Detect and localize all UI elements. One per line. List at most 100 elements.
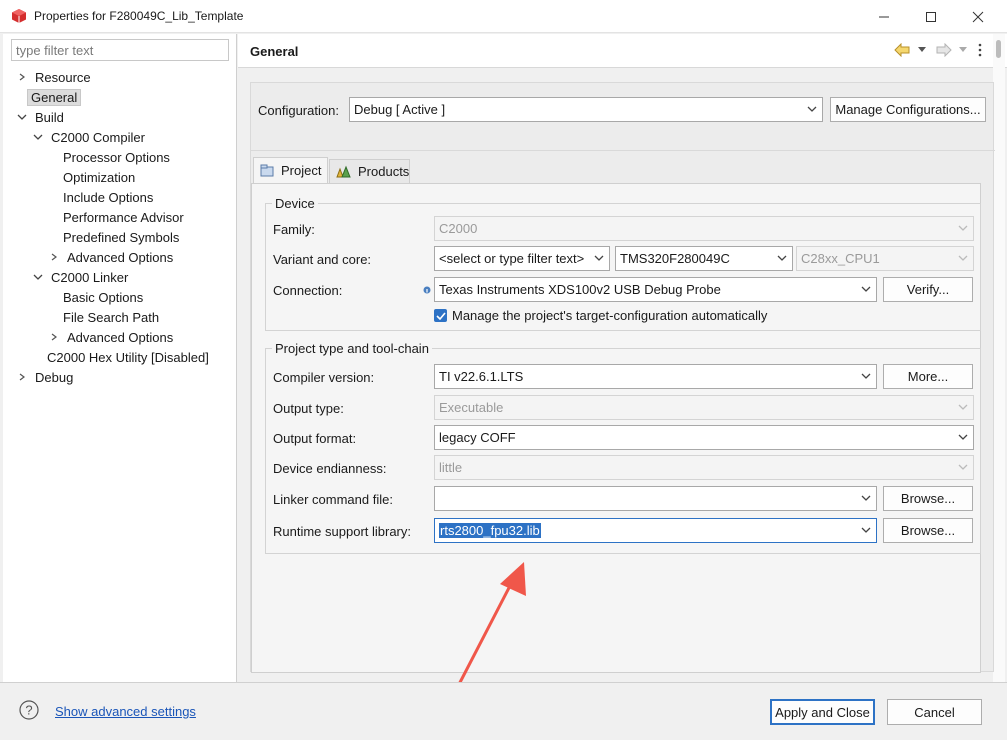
- tree-item-processor-options[interactable]: Processor Options: [59, 147, 174, 167]
- maximize-icon: [926, 11, 936, 22]
- tree-item-debug[interactable]: Debug: [15, 367, 77, 387]
- show-advanced-settings-link[interactable]: Show advanced settings: [55, 704, 196, 719]
- general-content: Configuration: Debug [ Active ] Manage C…: [250, 82, 995, 695]
- dialog-footer: ? Show advanced settings Apply and Close…: [0, 682, 1007, 740]
- configuration-select[interactable]: Debug [ Active ]: [349, 97, 823, 122]
- forward-arrow-icon: [936, 43, 952, 57]
- family-value: C2000: [439, 221, 478, 236]
- tree-item-optimization[interactable]: Optimization: [59, 167, 139, 187]
- configuration-value: Debug [ Active ]: [354, 102, 446, 117]
- question-icon[interactable]: ?: [19, 700, 39, 720]
- device-group: Device Family: C2000 Variant and core: <…: [265, 196, 981, 331]
- tab-products[interactable]: Products: [329, 159, 410, 183]
- minimize-icon: [879, 16, 889, 17]
- tree-item-linker-advanced-options[interactable]: Advanced Options: [47, 327, 177, 347]
- chevron-down-icon: [861, 373, 871, 379]
- tab-label: Project: [281, 163, 322, 178]
- output-type-select[interactable]: Executable: [434, 395, 974, 420]
- tree-item-label: Processor Options: [63, 149, 170, 165]
- endianness-select[interactable]: little: [434, 455, 974, 480]
- page-title: General: [250, 44, 299, 59]
- family-select[interactable]: C2000: [434, 216, 974, 241]
- close-icon: [972, 11, 984, 22]
- connection-value: Texas Instruments XDS100v2 USB Debug Pro…: [439, 282, 721, 297]
- close-button[interactable]: [955, 0, 1001, 33]
- tree-item-c2000-compiler[interactable]: C2000 Compiler: [31, 127, 149, 147]
- tree-item-resource[interactable]: Resource: [15, 67, 95, 87]
- tab-label: Products: [358, 164, 410, 179]
- forward-menu-button[interactable]: [959, 42, 967, 58]
- chevron-down-icon[interactable]: [31, 130, 45, 144]
- tree-item-c2000-linker[interactable]: C2000 Linker: [31, 267, 132, 287]
- svg-text:?: ?: [25, 703, 32, 718]
- tree-item-basic-options[interactable]: Basic Options: [59, 287, 147, 307]
- verify-button[interactable]: Verify...: [883, 277, 973, 302]
- chevron-right-icon[interactable]: [15, 70, 29, 84]
- tree-item-compiler-advanced-options[interactable]: Advanced Options: [47, 247, 177, 267]
- chevron-down-icon: [594, 255, 604, 261]
- window-title: Properties for F280049C_Lib_Template: [34, 9, 244, 23]
- tree-item-performance-advisor[interactable]: Performance Advisor: [59, 207, 188, 227]
- tree-item-c2000-hex-utility[interactable]: C2000 Hex Utility [Disabled]: [43, 347, 213, 367]
- scrollbar-thumb[interactable]: [996, 40, 1001, 58]
- page-header: General: [238, 34, 1007, 68]
- tree-item-predefined-symbols[interactable]: Predefined Symbols: [59, 227, 183, 247]
- browse-runtime-library-button[interactable]: Browse...: [883, 518, 973, 543]
- chevron-down-icon: [958, 255, 968, 261]
- tree-item-general[interactable]: General: [27, 87, 82, 107]
- cube-icon: [12, 9, 26, 23]
- chevron-down-icon: [861, 527, 871, 533]
- tree-item-include-options[interactable]: Include Options: [59, 187, 157, 207]
- tree-item-label: Advanced Options: [67, 249, 174, 265]
- properties-page: General Configuration: Debug [ Active] …: [238, 34, 1007, 695]
- tree-item-label: Resource: [35, 69, 91, 85]
- runtime-library-value: rts2800_fpu32.lib: [439, 523, 541, 538]
- products-icon: [336, 165, 352, 178]
- cancel-button[interactable]: Cancel: [887, 699, 982, 725]
- endianness-label: Device endianness:: [273, 461, 387, 476]
- forward-button[interactable]: [936, 42, 952, 58]
- linker-cmd-select[interactable]: [434, 486, 877, 511]
- chevron-down-icon[interactable]: [31, 270, 45, 284]
- chevron-down-icon[interactable]: [15, 110, 29, 124]
- output-format-select[interactable]: legacy COFF: [434, 425, 974, 450]
- tree-item-label: General: [27, 88, 82, 106]
- tree-item-build[interactable]: Build: [15, 107, 68, 127]
- chevron-right-icon[interactable]: [47, 250, 61, 264]
- maximize-button[interactable]: [908, 0, 954, 33]
- compiler-version-select[interactable]: TI v22.6.1.LTS: [434, 364, 877, 389]
- connection-select[interactable]: Texas Instruments XDS100v2 USB Debug Pro…: [434, 277, 877, 302]
- tree-item-label: Build: [35, 109, 64, 125]
- back-arrow-icon: [894, 43, 910, 57]
- runtime-library-label: Runtime support library:: [273, 524, 411, 539]
- runtime-library-select[interactable]: rts2800_fpu32.lib: [434, 518, 877, 543]
- more-button[interactable]: More...: [883, 364, 973, 389]
- variant-filter-select[interactable]: <select or type filter text>: [434, 246, 610, 271]
- chevron-down-icon: [861, 495, 871, 501]
- view-menu-button[interactable]: [978, 42, 982, 58]
- chevron-down-icon: [958, 404, 968, 410]
- tab-project[interactable]: Project: [253, 157, 328, 183]
- output-format-label: Output format:: [273, 431, 357, 446]
- tree-item-label: Debug: [35, 369, 74, 385]
- output-format-value: legacy COFF: [439, 430, 516, 445]
- chevron-right-icon[interactable]: [47, 330, 61, 344]
- back-button[interactable]: [894, 42, 910, 58]
- core-value: C28xx_CPU1: [801, 251, 880, 266]
- manage-target-config-checkbox[interactable]: Manage the project's target-configuratio…: [434, 308, 767, 323]
- tree-item-label: Include Options: [63, 189, 154, 205]
- chevron-right-icon[interactable]: [15, 370, 29, 384]
- filter-input[interactable]: [11, 39, 229, 61]
- manage-configurations-button[interactable]: Manage Configurations...: [830, 97, 986, 122]
- minimize-button[interactable]: [861, 0, 907, 33]
- variant-select[interactable]: TMS320F280049C: [615, 246, 793, 271]
- browse-linker-cmd-button[interactable]: Browse...: [883, 486, 973, 511]
- compiler-version-value: TI v22.6.1.LTS: [439, 369, 524, 384]
- tree-item-label: C2000 Compiler: [51, 129, 145, 145]
- apply-and-close-button[interactable]: Apply and Close: [770, 699, 875, 725]
- output-type-value: Executable: [439, 400, 504, 415]
- tree-item-file-search-path[interactable]: File Search Path: [59, 307, 163, 327]
- chevron-down-icon: [958, 464, 968, 470]
- core-select[interactable]: C28xx_CPU1: [796, 246, 974, 271]
- back-menu-button[interactable]: [918, 42, 926, 58]
